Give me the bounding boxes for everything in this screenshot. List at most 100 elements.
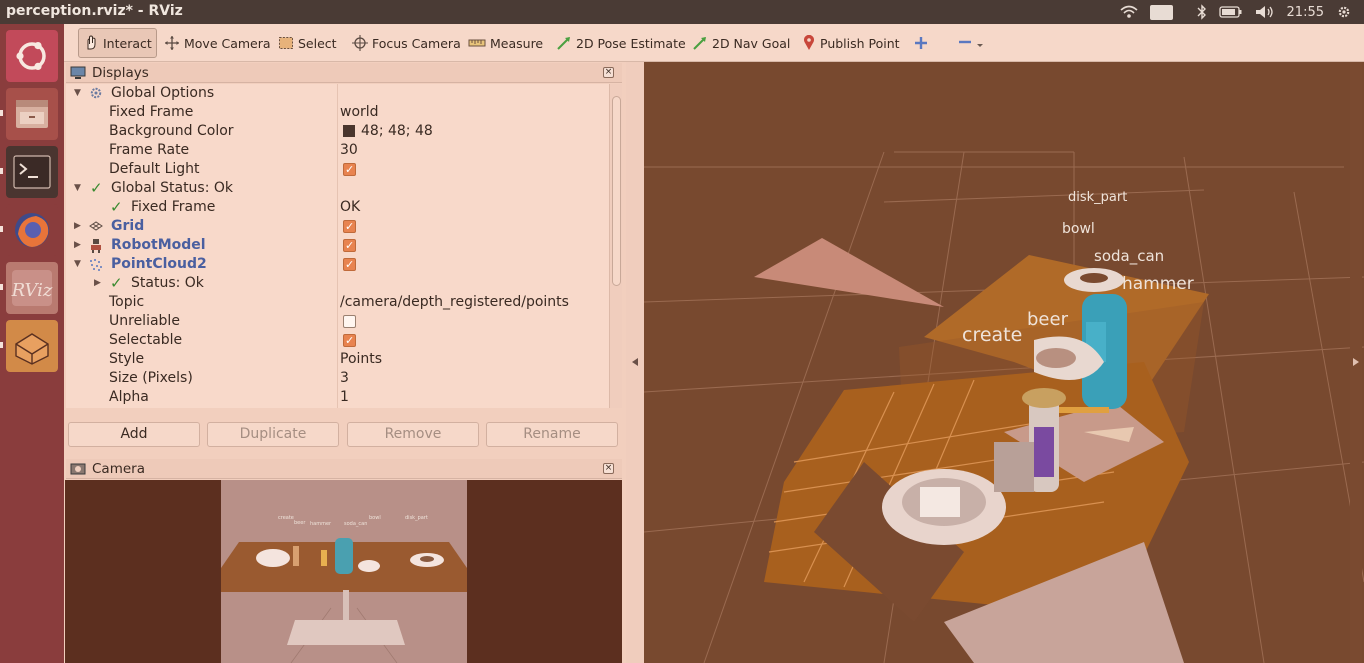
tree-row-pointcloud2[interactable]: ▼ PointCloud2: [66, 255, 610, 274]
move-camera-tool-button[interactable]: Move Camera: [160, 28, 275, 58]
collapse-arrow-icon[interactable]: ▶: [74, 217, 81, 236]
point-cloud-icon: [90, 259, 102, 271]
camera-label-beer: beer: [294, 520, 306, 526]
rviz-icon[interactable]: RViz: [6, 262, 58, 314]
tree-row-unreliable[interactable]: Unreliable: [66, 312, 610, 331]
3d-scene-graphic: [644, 151, 1364, 663]
green-arrow-icon: [557, 37, 570, 50]
tree-row-fixed-frame[interactable]: Fixed Frame world: [66, 103, 610, 122]
2d-pose-estimate-tool-button[interactable]: 2D Pose Estimate: [552, 28, 690, 58]
tree-row-style[interactable]: Style Points: [66, 350, 610, 369]
2d-nav-goal-tool-button[interactable]: 2D Nav Goal: [688, 28, 794, 58]
scrollbar-thumb[interactable]: [612, 96, 621, 286]
hand-icon: [87, 35, 96, 50]
tree-row-global-options[interactable]: ▼ Global Options: [66, 84, 610, 103]
tree-row-background-color[interactable]: Background Color 48; 48; 48: [66, 122, 610, 141]
duplicate-button[interactable]: Duplicate: [207, 422, 339, 447]
camera-label-bowl: bowl: [369, 515, 381, 521]
battery-icon[interactable]: [1218, 6, 1243, 18]
firefox-icon[interactable]: [6, 204, 58, 256]
selectable-checkbox[interactable]: [343, 331, 356, 350]
tree-row-pointcloud-status[interactable]: ▶ ✓ Status: Ok: [66, 274, 610, 293]
focus-camera-tool-button[interactable]: Focus Camera: [348, 28, 465, 58]
close-panel-icon[interactable]: ×: [603, 463, 614, 474]
tree-row-global-status[interactable]: ▼ ✓ Global Status: Ok: [66, 179, 610, 198]
tree-row-topic[interactable]: Topic /camera/depth_registered/points: [66, 293, 610, 312]
tree-row-frame-rate[interactable]: Frame Rate 30: [66, 141, 610, 160]
label-beer: beer: [1027, 309, 1068, 330]
publish-point-tool-button[interactable]: Publish Point: [798, 28, 904, 58]
expand-arrow-icon[interactable]: ▼: [74, 255, 81, 274]
volume-icon[interactable]: [1255, 5, 1275, 19]
launcher-bar: RViz: [0, 24, 64, 663]
clock[interactable]: 21:55: [1287, 5, 1324, 20]
color-swatch[interactable]: [343, 125, 355, 137]
collapse-arrow-icon[interactable]: ▶: [74, 236, 81, 255]
splitter-handle[interactable]: [626, 62, 644, 663]
box-app-icon[interactable]: [6, 320, 58, 372]
ubuntu-logo-icon[interactable]: [6, 30, 58, 82]
checkmark-icon: ✓: [90, 179, 103, 197]
expand-arrow-icon[interactable]: ▼: [74, 179, 81, 198]
camera-icon: [70, 463, 86, 474]
tools-toolbar: Interact Move Camera Select Focus Camera…: [64, 24, 1364, 62]
camera-scene-graphic: [221, 538, 467, 663]
camera-label-hammer: hammer: [310, 521, 332, 527]
collapse-arrow-icon[interactable]: ▶: [94, 274, 101, 293]
wifi-icon[interactable]: [1120, 5, 1138, 19]
3d-render-view[interactable]: disk_part bowl soda_can hammer create be…: [644, 62, 1364, 663]
green-arrow-icon: [693, 37, 706, 50]
displays-scrollbar[interactable]: [609, 84, 622, 408]
tree-row-size-pixels[interactable]: Size (Pixels) 3: [66, 369, 610, 388]
move-arrows-icon: [165, 36, 179, 50]
ruler-icon: [468, 39, 486, 47]
displays-title: Displays: [92, 64, 149, 81]
robot-model-checkbox[interactable]: [343, 236, 356, 255]
pointcloud2-checkbox[interactable]: [343, 255, 356, 274]
label-disk-part: disk_part: [1068, 190, 1128, 205]
tree-row-robot-model[interactable]: ▶ RobotModel: [66, 236, 610, 255]
right-dock-handle[interactable]: [1350, 62, 1362, 663]
camera-label-soda-can: soda_can: [344, 521, 368, 527]
measure-tool-button[interactable]: Measure: [464, 28, 547, 58]
robot-icon: [91, 239, 101, 253]
top-panel: perception.rviz* - RViz En 21:55: [0, 0, 1364, 24]
bluetooth-icon[interactable]: [1197, 4, 1207, 20]
tree-row-fixed-frame-status[interactable]: ✓ Fixed Frame OK: [66, 198, 610, 217]
gear-icon[interactable]: [1336, 4, 1352, 20]
add-tool-plus-icon[interactable]: [910, 28, 936, 58]
tree-row-selectable[interactable]: Selectable: [66, 331, 610, 350]
tree-row-default-light[interactable]: Default Light: [66, 160, 610, 179]
default-light-checkbox[interactable]: [343, 160, 356, 179]
unreliable-checkbox[interactable]: [343, 315, 356, 328]
map-pin-icon: [804, 35, 814, 50]
checkmark-icon: ✓: [110, 198, 123, 216]
interact-tool-button[interactable]: Interact: [78, 28, 157, 58]
select-tool-button[interactable]: Select: [274, 28, 341, 58]
column-divider[interactable]: [337, 84, 338, 408]
tree-row-alpha[interactable]: Alpha 1: [66, 388, 610, 407]
expand-arrow-icon[interactable]: ▼: [74, 84, 81, 103]
remove-button[interactable]: Remove: [347, 422, 479, 447]
label-bowl: bowl: [1062, 221, 1095, 237]
close-panel-icon[interactable]: ×: [603, 67, 614, 78]
checkmark-icon: ✓: [110, 274, 123, 292]
gear-icon: [90, 87, 102, 99]
label-soda-can: soda_can: [1094, 247, 1165, 265]
terminal-icon[interactable]: [6, 146, 58, 198]
camera-image-view[interactable]: create beer hammer soda_can bowl disk_pa…: [65, 480, 622, 663]
svg-text:RViz: RViz: [11, 280, 53, 301]
collapse-left-icon[interactable]: [631, 357, 639, 367]
camera-title: Camera: [92, 460, 145, 477]
camera-label-create: create: [278, 515, 294, 521]
rename-button[interactable]: Rename: [486, 422, 618, 447]
tree-row-grid[interactable]: ▶ Grid: [66, 217, 610, 236]
remove-tool-minus-icon[interactable]: [954, 28, 994, 58]
monitor-icon: [70, 66, 86, 79]
collapse-right-icon[interactable]: [1352, 357, 1360, 367]
files-icon[interactable]: [6, 88, 58, 140]
displays-tree: ▼ Global Options Fixed Frame world Backg…: [66, 84, 610, 408]
grid-checkbox[interactable]: [343, 217, 356, 236]
add-button[interactable]: Add: [68, 422, 200, 447]
keyboard-layout-indicator[interactable]: En: [1150, 4, 1184, 20]
